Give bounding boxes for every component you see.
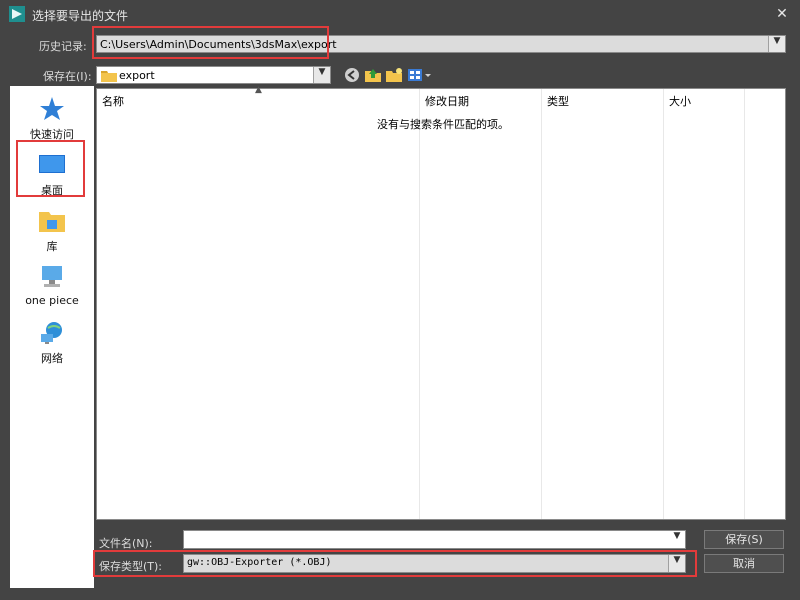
column-header-date[interactable]: 修改日期 (425, 93, 469, 109)
place-library[interactable]: 库 (10, 202, 94, 258)
app-icon (9, 6, 25, 22)
chevron-down-icon[interactable]: ▼ (313, 67, 330, 83)
filename-input[interactable]: ▼ (183, 530, 686, 549)
highlight-box-desktop (16, 140, 85, 197)
column-header-size[interactable]: 大小 (669, 93, 691, 109)
place-label: one piece (25, 294, 79, 307)
column-divider (663, 89, 664, 519)
close-button[interactable]: ✕ (772, 4, 792, 24)
history-label: 历史记录: (39, 40, 87, 53)
place-label: 网络 (41, 352, 63, 365)
network-icon (39, 320, 65, 346)
save-in-combo[interactable]: export ▼ (96, 66, 331, 84)
file-list[interactable]: ▲ 名称 修改日期 类型 大小 没有与搜索条件匹配的项。 (96, 85, 786, 520)
save-in-label: 保存在(I): (43, 70, 92, 83)
column-header-name[interactable]: 名称 (102, 93, 124, 109)
place-this-pc[interactable]: one piece (10, 258, 94, 314)
empty-list-message: 没有与搜索条件匹配的项。 (377, 118, 509, 131)
highlight-box-filetype (93, 550, 697, 577)
filename-label: 文件名(N): (99, 537, 153, 550)
highlight-box-history (92, 26, 329, 59)
save-in-value: export (119, 69, 155, 82)
save-button[interactable]: 保存(S) (704, 530, 784, 549)
back-icon[interactable] (344, 67, 362, 83)
chevron-down-icon[interactable]: ▼ (669, 531, 685, 548)
view-menu-icon[interactable] (407, 67, 433, 83)
place-network[interactable]: 网络 (10, 314, 94, 370)
column-header-type[interactable]: 类型 (547, 93, 569, 109)
up-folder-icon[interactable] (365, 67, 383, 83)
window-title: 选择要导出的文件 (32, 9, 129, 23)
chevron-down-icon[interactable]: ▼ (768, 36, 785, 52)
place-quick-access[interactable]: 快速访问 (10, 90, 94, 146)
column-divider (541, 89, 542, 519)
folder-icon (101, 69, 117, 85)
place-label: 库 (46, 240, 58, 253)
new-folder-icon[interactable] (386, 67, 404, 83)
column-divider (744, 89, 745, 519)
column-divider (419, 89, 420, 519)
library-folder-icon (39, 208, 65, 234)
star-icon (39, 96, 65, 122)
cancel-button[interactable]: 取消 (704, 554, 784, 573)
computer-icon (39, 264, 65, 290)
sort-arrow-icon: ▲ (255, 85, 262, 95)
